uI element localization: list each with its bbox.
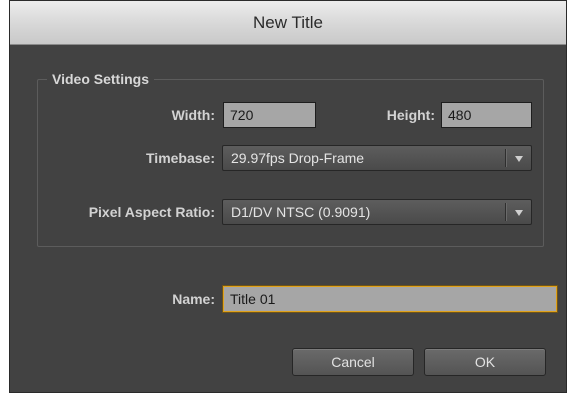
timebase-label: Timebase: <box>146 150 215 166</box>
height-input[interactable]: 480 <box>441 102 532 128</box>
chevron-down-icon <box>515 210 523 216</box>
pixel-aspect-ratio-label: Pixel Aspect Ratio: <box>88 204 215 220</box>
width-label: Width: <box>171 107 215 123</box>
pixel-aspect-ratio-select-divider <box>505 203 507 221</box>
pixel-aspect-ratio-selected-value: D1/DV NTSC (0.9091) <box>231 204 371 220</box>
dialog-title: New Title <box>253 13 323 32</box>
cancel-button[interactable]: Cancel <box>292 348 414 376</box>
timebase-select-divider <box>505 149 507 167</box>
new-title-dialog: New Title Video Settings Width: 720 Heig… <box>9 0 567 393</box>
timebase-select[interactable]: 29.97fps Drop-Frame <box>222 145 532 171</box>
height-label: Height: <box>386 107 435 123</box>
pixel-aspect-ratio-select[interactable]: D1/DV NTSC (0.9091) <box>222 199 532 225</box>
width-input[interactable]: 720 <box>223 102 316 128</box>
ok-button[interactable]: OK <box>424 348 546 376</box>
name-label: Name: <box>172 291 215 307</box>
video-settings-legend: Video Settings <box>47 70 154 88</box>
chevron-down-icon <box>515 156 523 162</box>
timebase-selected-value: 29.97fps Drop-Frame <box>231 150 365 166</box>
name-input[interactable]: Title 01 <box>223 286 557 312</box>
dialog-titlebar[interactable]: New Title <box>10 1 566 45</box>
